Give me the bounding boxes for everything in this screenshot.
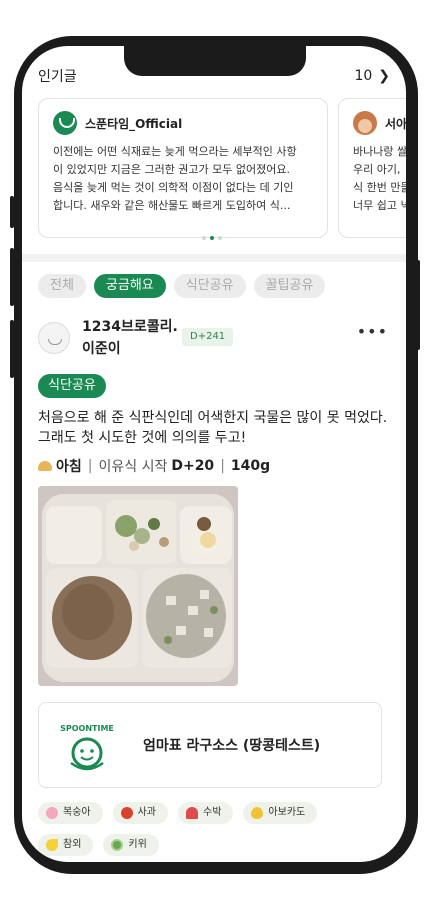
post-text: 처음으로 해 준 식판식인데 어색한지 국물은 많이 못 먹었다. 그래도 첫 … [38, 410, 388, 446]
meal-label: 아침 [56, 459, 82, 475]
popular-more-button[interactable]: 10 ❯ [354, 68, 390, 84]
post-header: 1234브로콜리. 이준이 D+241 ••• [38, 316, 390, 360]
chevron-right-icon: ❯ [378, 68, 390, 84]
carousel-dot-active [210, 236, 214, 240]
peach-icon [46, 807, 58, 819]
tab-all[interactable]: 전체 [38, 274, 86, 298]
carousel-dot [202, 236, 206, 240]
meta-separator: | [220, 458, 225, 474]
meal-plate-image [38, 486, 238, 686]
product-name: 엄마표 라구소스 (땅콩테스트) [143, 738, 321, 754]
app-screen: 인기글 10 ❯ 스푼타임_Official 이전에는 어떤 식재료는 늦게 먹… [22, 46, 406, 862]
dday-badge: D+241 [182, 328, 234, 346]
carousel-indicator [202, 236, 222, 240]
start-value: D+20 [171, 458, 215, 474]
user-avatar [353, 111, 377, 135]
ingredient-tag[interactable]: 사과 [112, 802, 169, 824]
melon-icon [46, 839, 58, 851]
card-author: 스푼타임_Official [85, 116, 183, 131]
tab-tips[interactable]: 꿀팁공유 [253, 274, 326, 298]
more-options-icon[interactable]: ••• [357, 322, 388, 341]
card-author: 서아 [385, 116, 406, 131]
popular-card[interactable]: 스푼타임_Official 이전에는 어떤 식재료는 늦게 먹으라는 세부적인 … [38, 98, 328, 238]
start-label: 이유식 시작 [98, 459, 168, 475]
carousel-dot [218, 236, 222, 240]
category-tabs: 전체 궁금해요 식단공유 꿀팁공유 [38, 274, 326, 298]
ingredient-tag[interactable]: 키위 [103, 834, 159, 856]
avatar[interactable] [38, 322, 70, 354]
post-username[interactable]: 1234브로콜리. 이준이 [82, 316, 178, 360]
product-card[interactable]: SPOONTIME 엄마표 라구소스 (땅콩테스트) [38, 702, 382, 788]
apple-icon [120, 807, 133, 819]
meta-separator: | [87, 458, 93, 474]
kiwi-icon [111, 839, 124, 851]
popular-card[interactable]: 서아 바나나랑 쌀 우리 아기, 식 한번 만들 너무 쉽고 넉 [338, 98, 406, 238]
ingredient-tag[interactable]: 참외 [38, 834, 94, 856]
card-body: 이전에는 어떤 식재료는 늦게 먹으라는 세부적인 사항 이 있었지만 지금은 … [53, 145, 297, 212]
ingredient-tag[interactable]: 복숭아 [38, 802, 103, 824]
post-photo[interactable] [38, 486, 238, 686]
avocado-icon [251, 807, 264, 819]
svg-text:SPOONTIME: SPOONTIME [60, 724, 114, 733]
watermelon-icon [186, 807, 199, 819]
amount-value: 140g [230, 458, 271, 474]
tab-questions[interactable]: 궁금해요 [93, 274, 166, 298]
card-body: 바나나랑 쌀 우리 아기, 식 한번 만들 너무 쉽고 넉 [353, 145, 406, 212]
spoontime-logo-icon [53, 111, 77, 135]
spoontime-logo-icon: SPOONTIME [60, 724, 114, 771]
ingredient-tag[interactable]: 수박 [178, 802, 234, 824]
section-divider [22, 254, 406, 262]
category-badge: 식단공유 [38, 374, 106, 398]
popular-title: 인기글 [38, 69, 77, 85]
ingredient-tags: 복숭아 사과 수박 아보카도 [38, 802, 318, 824]
ingredient-tags: 참외 키위 [38, 834, 159, 856]
phone-notch [124, 46, 306, 76]
popular-count: 10 [354, 68, 373, 84]
meal-meta: 아침 | 이유식 시작 D+20 | 140g [38, 456, 270, 476]
meal-icon [38, 461, 52, 471]
tab-meal-share[interactable]: 식단공유 [173, 274, 246, 298]
ingredient-tag[interactable]: 아보카도 [243, 802, 318, 824]
